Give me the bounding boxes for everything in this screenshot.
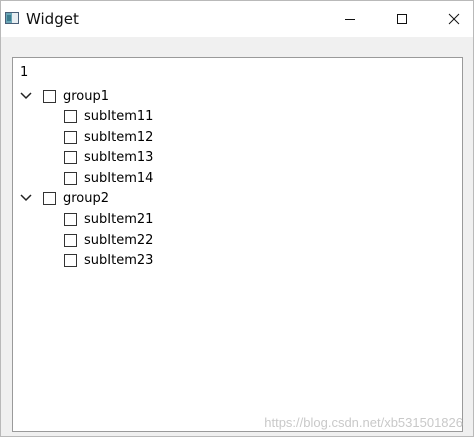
tree-item-row[interactable]: subItem13 — [64, 147, 153, 167]
tree-widget[interactable]: 1 group1 subItem11 subItem12 subItem13 s… — [12, 57, 463, 432]
tree-item-label: subItem12 — [84, 129, 154, 145]
title-bar[interactable]: Widget — [1, 1, 473, 37]
tree-item-row[interactable]: subItem14 — [64, 168, 153, 188]
item-checkbox[interactable] — [64, 253, 77, 267]
window-title: Widget — [26, 10, 79, 28]
item-checkbox[interactable] — [64, 130, 77, 144]
tree-group-row[interactable]: group2 — [19, 188, 109, 208]
tree-item-label: subItem22 — [84, 232, 154, 248]
maximize-icon — [397, 14, 407, 24]
group-checkbox[interactable] — [43, 191, 56, 205]
tree-item-label: subItem13 — [84, 149, 154, 165]
item-checkbox[interactable] — [64, 109, 77, 123]
tree-item-row[interactable]: subItem22 — [64, 230, 153, 250]
tree-group-label: group2 — [63, 190, 110, 206]
tree-item-row[interactable]: subItem12 — [64, 127, 153, 147]
tree-header-label: 1 — [20, 65, 29, 80]
tree-item-label: subItem14 — [84, 170, 154, 186]
item-checkbox[interactable] — [64, 233, 77, 247]
tree-group-row[interactable]: group1 — [19, 86, 109, 106]
tree-item-label: subItem21 — [84, 211, 154, 227]
item-checkbox[interactable] — [64, 171, 77, 185]
tree-item-label: subItem11 — [84, 108, 154, 124]
close-button[interactable] — [431, 1, 474, 37]
watermark-text: https://blog.csdn.net/xb531501826 — [264, 415, 463, 430]
tree-item-row[interactable]: subItem23 — [64, 250, 153, 270]
tree-item-row[interactable]: subItem21 — [64, 209, 153, 229]
tree-item-label: subItem23 — [84, 252, 154, 268]
tree-group-label: group1 — [63, 88, 110, 104]
tree-item-row[interactable]: subItem11 — [64, 106, 153, 126]
item-checkbox[interactable] — [64, 150, 77, 164]
chevron-down-icon[interactable] — [19, 89, 33, 103]
chevron-down-icon[interactable] — [19, 191, 33, 205]
minimize-icon — [345, 19, 355, 20]
app-window-icon — [5, 12, 19, 24]
item-checkbox[interactable] — [64, 212, 77, 226]
close-icon — [448, 13, 460, 25]
group-checkbox[interactable] — [43, 89, 56, 103]
app-window: Widget 1 group1 subItem11 subItem12 subI… — [0, 0, 474, 437]
minimize-button[interactable] — [327, 1, 373, 37]
maximize-button[interactable] — [379, 1, 425, 37]
